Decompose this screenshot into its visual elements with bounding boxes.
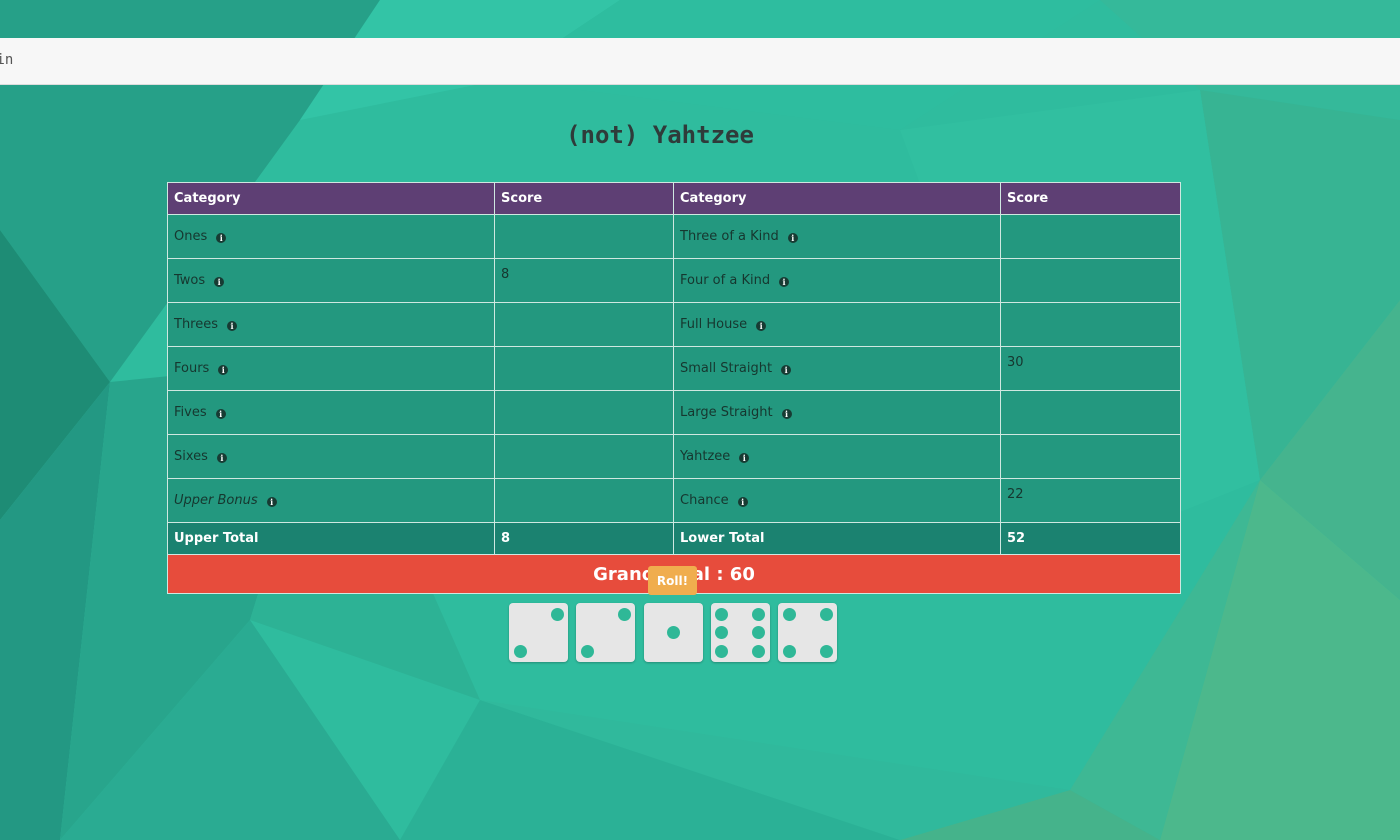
category-threes: Threes i — [167, 302, 495, 347]
score-four-of-a-kind[interactable] — [1000, 258, 1181, 303]
category-label: Full House — [680, 317, 748, 332]
category-four-of-a-kind: Four of a Kind i — [673, 258, 1001, 303]
die-pip — [782, 607, 796, 621]
upper-total-label: Upper Total — [167, 522, 495, 555]
die-two[interactable] — [576, 603, 636, 662]
navbar-login-link[interactable]: gin — [0, 52, 13, 68]
die-six[interactable] — [710, 603, 770, 662]
info-icon[interactable]: i — [779, 277, 790, 287]
info-icon[interactable]: i — [227, 321, 238, 331]
category-label: Threes — [174, 317, 219, 332]
lower-total-value: 52 — [1000, 522, 1181, 555]
die-two[interactable] — [509, 603, 568, 662]
lower-score-header: Score — [1000, 182, 1181, 215]
category-label: Sixes — [174, 449, 208, 464]
info-icon[interactable]: i — [215, 409, 226, 419]
upper-category-header: Category — [167, 182, 495, 215]
roll-button[interactable]: Roll! — [648, 566, 697, 595]
die-pip — [752, 644, 766, 658]
score-full-house[interactable] — [1000, 302, 1181, 347]
category-label: Yahtzee — [680, 449, 731, 464]
score-fours[interactable] — [494, 346, 674, 391]
die-pip — [715, 626, 729, 639]
scorecard-header-row: Category Score Category Score — [167, 182, 1181, 215]
die-pip — [715, 607, 729, 621]
die-pip — [782, 644, 796, 658]
upper-total-value: 8 — [494, 522, 674, 555]
lower-category-header: Category — [673, 182, 1001, 215]
die-pip — [550, 607, 564, 621]
category-label: Small Straight — [680, 361, 773, 376]
lower-total-label: Lower Total — [673, 522, 1001, 555]
info-icon[interactable]: i — [216, 453, 227, 463]
category-upper-bonus: Upper Bonus i — [167, 478, 495, 523]
category-label: Fives — [174, 405, 207, 420]
score-large-straight[interactable] — [1000, 390, 1181, 435]
table-row: Threes i Full House i — [167, 302, 1181, 347]
totals-row: Upper Total 8 Lower Total 52 — [167, 522, 1181, 555]
score-threes[interactable] — [494, 302, 674, 347]
score-small-straight[interactable]: 30 — [1000, 346, 1181, 391]
category-twos: Twos i — [167, 258, 495, 303]
score-sixes[interactable] — [494, 434, 674, 479]
die-pip — [752, 626, 766, 639]
category-large-straight: Large Straight i — [673, 390, 1001, 435]
die-pip — [819, 607, 833, 621]
category-label: Upper Bonus — [174, 493, 258, 508]
info-icon[interactable]: i — [737, 497, 748, 507]
score-twos[interactable]: 8 — [494, 258, 674, 303]
info-icon[interactable]: i — [756, 321, 767, 331]
category-yahtzee: Yahtzee i — [673, 434, 1001, 479]
category-three-of-a-kind: Three of a Kind i — [673, 214, 1001, 259]
category-sixes: Sixes i — [167, 434, 495, 479]
info-icon[interactable]: i — [787, 233, 798, 243]
category-label: Ones — [174, 229, 208, 244]
table-row: Twos i 8 Four of a Kind i — [167, 258, 1181, 303]
die-pip — [513, 644, 527, 658]
info-icon[interactable]: i — [781, 409, 792, 419]
top-navbar: gin — [0, 38, 1400, 85]
die-pip — [666, 626, 680, 639]
table-row: Fours i Small Straight i 30 — [167, 346, 1181, 391]
score-chance[interactable]: 22 — [1000, 478, 1181, 523]
info-icon[interactable]: i — [214, 277, 225, 287]
score-upper-bonus — [494, 478, 674, 523]
die-pip — [580, 644, 594, 658]
category-full-house: Full House i — [673, 302, 1001, 347]
die-pip — [715, 644, 729, 658]
category-fives: Fives i — [167, 390, 495, 435]
table-row: Sixes i Yahtzee i — [167, 434, 1181, 479]
info-icon[interactable]: i — [218, 365, 229, 375]
upper-score-header: Score — [494, 182, 674, 215]
die-pip — [819, 644, 833, 658]
info-icon[interactable]: i — [216, 233, 227, 243]
category-label: Four of a Kind — [680, 273, 771, 288]
page-title: (not) Yahtzee — [566, 121, 754, 149]
info-icon[interactable]: i — [266, 497, 277, 507]
score-three-of-a-kind[interactable] — [1000, 214, 1181, 259]
info-icon[interactable]: i — [781, 365, 792, 375]
score-ones[interactable] — [494, 214, 674, 259]
info-icon[interactable]: i — [739, 453, 750, 463]
score-fives[interactable] — [494, 390, 674, 435]
category-label: Chance — [680, 493, 729, 508]
table-row: Ones i Three of a Kind i — [167, 214, 1181, 259]
category-fours: Fours i — [167, 346, 495, 391]
score-yahtzee[interactable] — [1000, 434, 1181, 479]
die-four[interactable] — [778, 603, 838, 662]
category-label: Twos — [174, 273, 206, 288]
category-small-straight: Small Straight i — [673, 346, 1001, 391]
die-pip — [617, 607, 631, 621]
table-row: Fives i Large Straight i — [167, 390, 1181, 435]
category-label: Three of a Kind — [680, 229, 779, 244]
scorecard-table: Category Score Category Score Ones i Thre… — [167, 182, 1181, 594]
category-label: Fours — [174, 361, 210, 376]
category-chance: Chance i — [673, 478, 1001, 523]
category-label: Large Straight — [680, 405, 773, 420]
category-ones: Ones i — [167, 214, 495, 259]
table-row: Upper Bonus i Chance i 22 — [167, 478, 1181, 523]
die-pip — [752, 607, 766, 621]
die-one[interactable] — [643, 603, 703, 662]
